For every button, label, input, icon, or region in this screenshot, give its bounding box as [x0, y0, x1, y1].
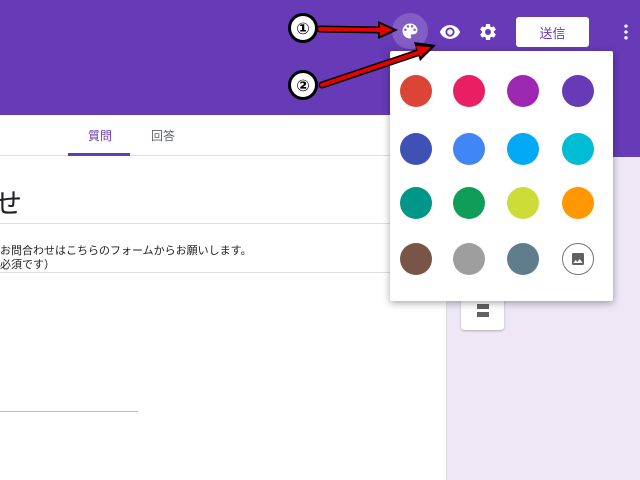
answer-underline	[0, 411, 138, 412]
color-swatch[interactable]	[400, 187, 432, 219]
color-swatch[interactable]	[400, 243, 432, 275]
tabs-bar: 質問 回答	[0, 115, 447, 156]
color-swatch[interactable]	[562, 133, 594, 165]
title-divider	[0, 223, 447, 224]
color-swatch[interactable]	[507, 133, 539, 165]
eye-icon[interactable]	[436, 18, 464, 46]
color-swatch[interactable]	[453, 243, 485, 275]
color-swatch[interactable]	[453, 187, 485, 219]
annotation-1: ①	[288, 13, 318, 43]
description-divider	[0, 272, 447, 273]
more-vert-icon[interactable]	[612, 18, 640, 46]
color-swatch[interactable]	[453, 75, 485, 107]
color-swatch[interactable]	[507, 75, 539, 107]
form-description[interactable]: お問合わせはこちらのフォームからお願いします。 必須です）	[0, 244, 252, 272]
image-theme-button[interactable]	[562, 243, 594, 275]
color-palette-popup	[390, 51, 613, 301]
send-button[interactable]: 送信	[516, 17, 589, 47]
tab-questions[interactable]: 質問	[88, 127, 112, 144]
palette-icon[interactable]	[392, 13, 428, 49]
annotation-2: ②	[288, 70, 318, 100]
color-swatch[interactable]	[507, 187, 539, 219]
color-swatch[interactable]	[562, 187, 594, 219]
color-swatch[interactable]	[453, 133, 485, 165]
color-swatch[interactable]	[400, 133, 432, 165]
tab-responses[interactable]: 回答	[151, 127, 175, 144]
section-icon	[476, 304, 489, 317]
active-tab-indicator	[68, 153, 130, 156]
color-swatch[interactable]	[507, 243, 539, 275]
gear-icon[interactable]	[474, 18, 502, 46]
form-title[interactable]: せ	[0, 182, 22, 222]
form-editor: 質問 回答 せ お問合わせはこちらのフォームからお願いします。 必須です）	[0, 115, 447, 480]
color-swatch[interactable]	[562, 75, 594, 107]
image-icon	[572, 253, 584, 265]
color-swatch[interactable]	[400, 75, 432, 107]
